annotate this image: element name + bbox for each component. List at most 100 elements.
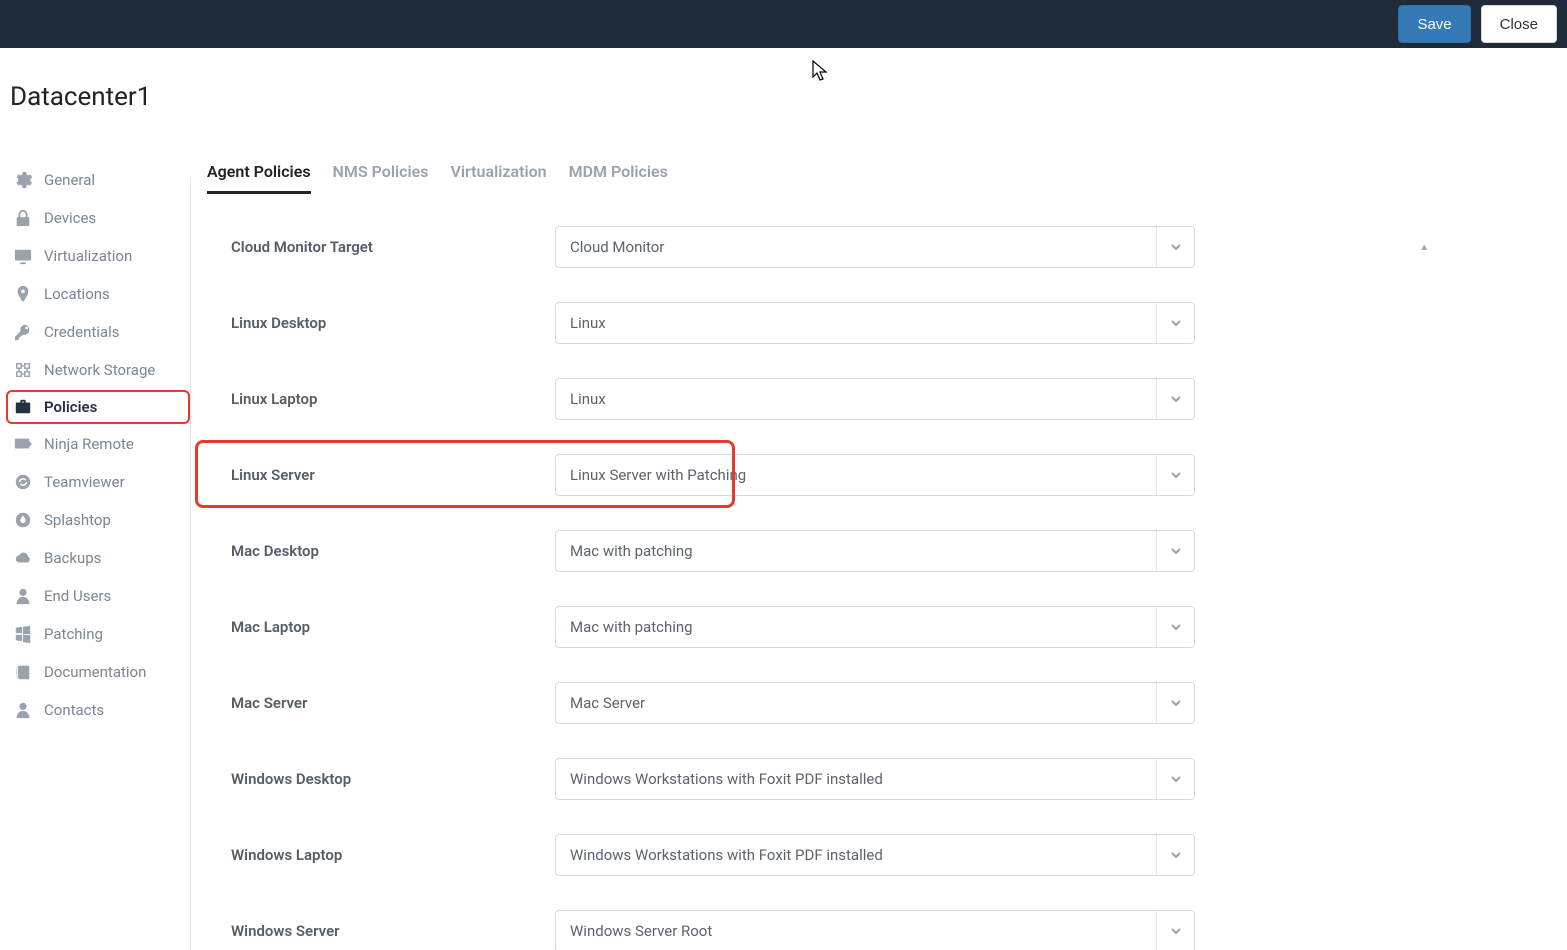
chevron-down-icon xyxy=(1156,683,1194,723)
policy-select-value: Windows Workstations with Foxit PDF inst… xyxy=(556,770,1156,788)
sidebar-item-label: Devices xyxy=(44,209,96,227)
sidebar-item-credentials[interactable]: Credentials xyxy=(6,314,190,350)
sidebar-item-label: Teamviewer xyxy=(44,473,125,491)
book-icon xyxy=(14,663,32,681)
sidebar-item-locations[interactable]: Locations xyxy=(6,276,190,312)
policy-select-value: Windows Workstations with Foxit PDF inst… xyxy=(556,846,1156,864)
sidebar-item-contacts[interactable]: Contacts xyxy=(6,692,190,728)
policy-select-value: Windows Server Root xyxy=(556,922,1156,940)
policy-select[interactable]: Cloud Monitor xyxy=(555,226,1195,268)
sidebar-item-label: Contacts xyxy=(44,701,104,719)
policy-row: Mac ServerMac Server xyxy=(231,682,1403,724)
pin-icon xyxy=(14,285,32,303)
policy-row-label: Mac Server xyxy=(231,694,555,712)
network-icon xyxy=(14,361,32,379)
tab-nms-policies[interactable]: NMS Policies xyxy=(333,162,429,194)
sidebar-item-documentation[interactable]: Documentation xyxy=(6,654,190,690)
policy-select[interactable]: Windows Server Root xyxy=(555,910,1195,950)
sidebar-item-network-storage[interactable]: Network Storage xyxy=(6,352,190,388)
policy-row-label: Windows Laptop xyxy=(231,846,555,864)
sidebar-item-label: Splashtop xyxy=(44,511,111,529)
policy-row: Cloud Monitor TargetCloud Monitor xyxy=(231,226,1403,268)
sidebar-item-label: Backups xyxy=(44,549,101,567)
sidebar-item-general[interactable]: General xyxy=(6,162,190,198)
policy-row: Mac DesktopMac with patching xyxy=(231,530,1403,572)
policy-select[interactable]: Mac with patching xyxy=(555,530,1195,572)
chevron-down-icon xyxy=(1156,455,1194,495)
page-title: Datacenter1 xyxy=(0,48,1567,112)
policy-select-value: Mac with patching xyxy=(556,542,1156,560)
policy-row-label: Cloud Monitor Target xyxy=(231,238,555,256)
sidebar-item-label: Network Storage xyxy=(44,361,155,379)
sidebar-item-devices[interactable]: Devices xyxy=(6,200,190,236)
policy-row: Linux LaptopLinux xyxy=(231,378,1403,420)
chevron-down-icon xyxy=(1156,379,1194,419)
sidebar-item-patching[interactable]: Patching xyxy=(6,616,190,652)
policy-row: Linux DesktopLinux xyxy=(231,302,1403,344)
policy-rows: ▴ Cloud Monitor TargetCloud MonitorLinux… xyxy=(203,226,1403,950)
policy-select[interactable]: Linux xyxy=(555,302,1195,344)
circle-drop-icon xyxy=(14,511,32,529)
tab-mdm-policies[interactable]: MDM Policies xyxy=(569,162,668,194)
main-panel: Agent Policies NMS Policies Virtualization… xyxy=(203,162,1567,950)
sidebar-item-end-users[interactable]: End Users xyxy=(6,578,190,614)
sidebar-divider xyxy=(190,178,191,950)
tab-virtualization[interactable]: Virtualization xyxy=(450,162,546,194)
sidebar-item-backups[interactable]: Backups xyxy=(6,540,190,576)
chevron-down-icon xyxy=(1156,227,1194,267)
policy-row: Linux ServerLinux Server with Patching xyxy=(231,454,1403,496)
policy-row-label: Linux Laptop xyxy=(231,390,555,408)
policy-row-label: Linux Server xyxy=(231,466,555,484)
sidebar-item-label: End Users xyxy=(44,587,111,605)
policy-select[interactable]: Mac Server xyxy=(555,682,1195,724)
save-button[interactable]: Save xyxy=(1398,5,1470,43)
policy-select[interactable]: Linux xyxy=(555,378,1195,420)
policy-select[interactable]: Mac with patching xyxy=(555,606,1195,648)
chevron-down-icon xyxy=(1156,911,1194,950)
policy-row-label: Linux Desktop xyxy=(231,314,555,332)
circle-arrows-icon xyxy=(14,473,32,491)
policy-select-value: Mac Server xyxy=(556,694,1156,712)
sidebar-item-label: Locations xyxy=(44,285,110,303)
sidebar: General Devices Virtualization Locations Cre… xyxy=(0,162,190,730)
sidebar-item-teamviewer[interactable]: Teamviewer xyxy=(6,464,190,500)
policy-select[interactable]: Windows Workstations with Foxit PDF inst… xyxy=(555,834,1195,876)
tab-bar: Agent Policies NMS Policies Virtualization… xyxy=(203,162,1527,194)
policy-row: Windows LaptopWindows Workstations with … xyxy=(231,834,1403,876)
policy-row: Windows DesktopWindows Workstations with… xyxy=(231,758,1403,800)
sidebar-item-virtualization[interactable]: Virtualization xyxy=(6,238,190,274)
policy-row-label: Windows Server xyxy=(231,922,555,940)
policy-select-value: Linux Server with Patching xyxy=(556,466,1156,484)
policy-select[interactable]: Linux Server with Patching xyxy=(555,454,1195,496)
policy-row-label: Mac Laptop xyxy=(231,618,555,636)
user-icon xyxy=(14,701,32,719)
sidebar-item-label: General xyxy=(44,171,95,189)
policy-row-label: Mac Desktop xyxy=(231,542,555,560)
scroll-up-hint-icon: ▴ xyxy=(1421,240,1427,253)
windows-icon xyxy=(14,625,32,643)
chevron-down-icon xyxy=(1156,303,1194,343)
remote-icon xyxy=(14,435,32,453)
lock-icon xyxy=(14,209,32,227)
briefcase-icon xyxy=(14,398,32,416)
sidebar-item-label: Virtualization xyxy=(44,247,132,265)
policy-select-value: Mac with patching xyxy=(556,618,1156,636)
sidebar-item-label: Patching xyxy=(44,625,103,643)
policy-select[interactable]: Windows Workstations with Foxit PDF inst… xyxy=(555,758,1195,800)
chevron-down-icon xyxy=(1156,607,1194,647)
cloud-icon xyxy=(14,549,32,567)
tab-agent-policies[interactable]: Agent Policies xyxy=(207,162,311,194)
policy-row: Windows ServerWindows Server Root xyxy=(231,910,1403,950)
sidebar-item-splashtop[interactable]: Splashtop xyxy=(6,502,190,538)
chevron-down-icon xyxy=(1156,531,1194,571)
sidebar-item-policies[interactable]: Policies xyxy=(6,390,190,424)
policy-select-value: Cloud Monitor xyxy=(556,238,1156,256)
sidebar-item-label: Ninja Remote xyxy=(44,435,134,453)
policy-row-label: Windows Desktop xyxy=(231,770,555,788)
user-icon xyxy=(14,587,32,605)
top-bar: Save Close xyxy=(0,0,1567,48)
monitor-icon xyxy=(14,247,32,265)
close-button[interactable]: Close xyxy=(1481,5,1557,43)
sidebar-item-ninja-remote[interactable]: Ninja Remote xyxy=(6,426,190,462)
policy-row: Mac LaptopMac with patching xyxy=(231,606,1403,648)
